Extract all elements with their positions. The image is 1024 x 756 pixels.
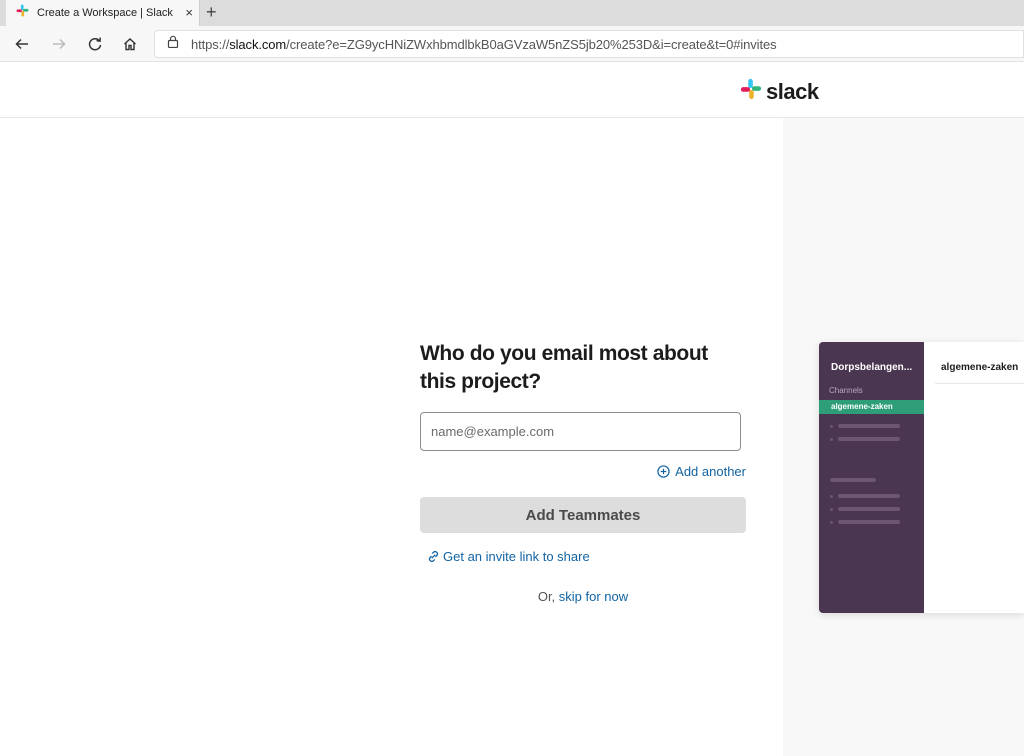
- plus-circle-icon: [657, 465, 670, 478]
- browser-tab-strip: Create a Workspace | Slack × +: [0, 0, 1024, 26]
- invite-form: Who do you email most about this project…: [420, 340, 746, 604]
- home-icon[interactable]: [119, 34, 141, 54]
- preview-active-channel: algemene-zaken: [819, 400, 924, 414]
- refresh-icon[interactable]: [84, 34, 106, 54]
- add-another-label: Add another: [675, 464, 746, 479]
- back-arrow-icon[interactable]: [11, 34, 33, 54]
- invite-link[interactable]: Get an invite link to share: [426, 549, 590, 564]
- skip-row: Or, skip for now: [420, 589, 746, 604]
- preview-placeholder-dot: [830, 425, 833, 428]
- page-header: slack: [0, 62, 1024, 118]
- preview-workspace-name: Dorpsbelangen...: [831, 362, 913, 373]
- preview-divider: [935, 383, 1024, 384]
- tab-title: Create a Workspace | Slack: [37, 7, 173, 19]
- preview-placeholder-bar: [838, 437, 900, 441]
- preview-placeholder-bar: [838, 520, 900, 524]
- url-text: https://slack.com/create?e=ZG9ycHNiZWxhb…: [191, 37, 777, 52]
- preview-placeholder-dot: [830, 521, 833, 524]
- slack-logo[interactable]: slack: [740, 78, 819, 105]
- page-title: Who do you email most about this project…: [420, 342, 708, 393]
- preview-placeholder-dot: [830, 508, 833, 511]
- preview-sidebar: Dorpsbelangen... Channels algemene-zaken: [819, 342, 924, 613]
- address-bar[interactable]: https://slack.com/create?e=ZG9ycHNiZWxhb…: [154, 30, 1024, 58]
- slack-favicon-icon: [16, 4, 29, 22]
- add-teammates-button[interactable]: Add Teammates: [420, 497, 746, 533]
- forward-arrow-icon[interactable]: [48, 34, 70, 54]
- link-icon: [428, 551, 439, 562]
- slack-logo-icon: [740, 78, 762, 105]
- add-another-link[interactable]: Add another: [657, 464, 746, 479]
- preview-placeholder-dot: [830, 438, 833, 441]
- slack-wordmark: slack: [766, 78, 819, 104]
- preview-channel-title: algemene-zaken: [941, 362, 1019, 373]
- preview-placeholder-bar: [838, 424, 900, 428]
- skip-link[interactable]: skip for now: [559, 589, 628, 604]
- new-tab-icon[interactable]: +: [206, 2, 217, 22]
- preview-placeholder-bar: [830, 478, 876, 482]
- url-host: slack.com: [229, 36, 287, 52]
- url-path: /create?e=ZG9ycHNiZWxhbmdlbkB0aGVzaW5nZS…: [286, 36, 777, 52]
- preview-placeholder-bar: [838, 494, 900, 498]
- browser-toolbar: https://slack.com/create?e=ZG9ycHNiZWxhb…: [0, 26, 1024, 62]
- close-tab-icon[interactable]: ×: [185, 5, 193, 21]
- skip-prefix: Or,: [537, 589, 559, 604]
- browser-tab[interactable]: Create a Workspace | Slack ×: [6, 0, 200, 26]
- preview-channels-label: Channels: [829, 386, 863, 395]
- workspace-preview: Dorpsbelangen... Channels algemene-zaken…: [819, 342, 1024, 613]
- preview-placeholder-dot: [830, 495, 833, 498]
- email-field[interactable]: [420, 412, 741, 451]
- invite-link-label: Get an invite link to share: [443, 549, 590, 564]
- preview-placeholder-bar: [838, 507, 900, 511]
- lock-icon: [167, 35, 179, 53]
- url-scheme: https://: [191, 36, 230, 52]
